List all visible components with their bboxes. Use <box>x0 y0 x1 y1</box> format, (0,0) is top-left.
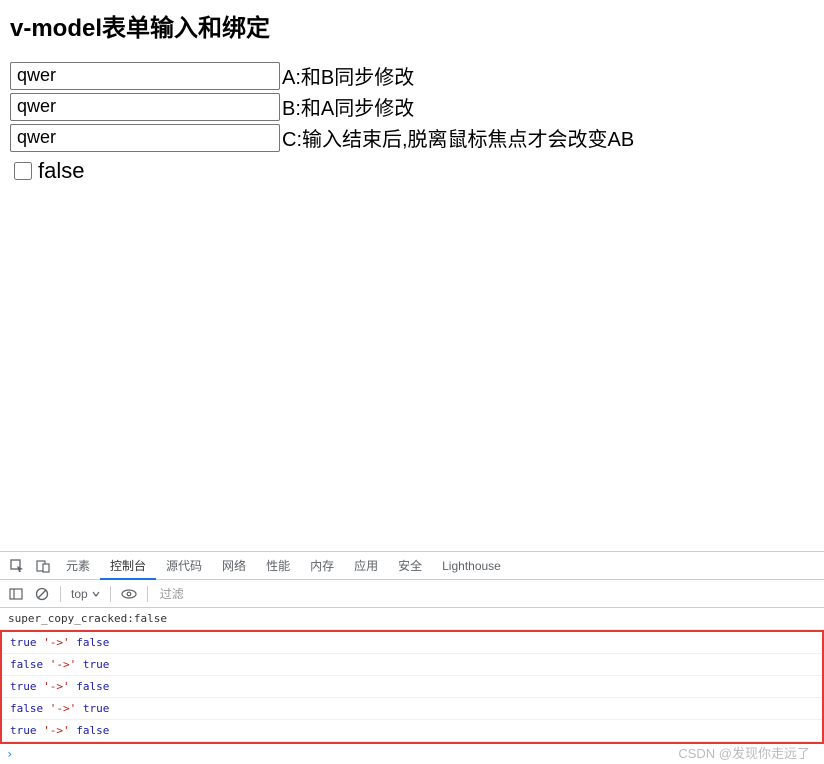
live-expression-icon[interactable] <box>117 582 141 606</box>
toolbar-separator <box>147 586 148 602</box>
watermark: CSDN @发现你走远了 <box>678 743 810 762</box>
context-selector[interactable]: top <box>67 587 104 601</box>
checkbox-label: false <box>38 158 84 184</box>
console-line: true '->' false <box>2 632 822 654</box>
toolbar-separator <box>110 586 111 602</box>
form-row-c: C:输入结束后,脱离鼠标焦点才会改变AB <box>10 123 814 152</box>
page-title: v-model表单输入和绑定 <box>10 8 814 43</box>
tab-elements[interactable]: 元素 <box>56 552 100 580</box>
console-line: false '->' true <box>2 654 822 676</box>
input-b[interactable] <box>10 93 280 121</box>
console-output: super_copy_cracked:false true '->' false… <box>0 608 824 764</box>
tab-memory[interactable]: 内存 <box>300 552 344 580</box>
tab-console[interactable]: 控制台 <box>100 552 156 580</box>
context-label: top <box>71 587 88 601</box>
form-row-a: A:和B同步修改 <box>10 61 814 90</box>
console-line: true '->' false <box>2 676 822 698</box>
label-a: A:和B同步修改 <box>282 61 414 90</box>
inspect-element-icon[interactable] <box>4 552 30 580</box>
highlighted-console-region: true '->' false false '->' true true '->… <box>0 630 824 744</box>
label-b: B:和A同步修改 <box>282 92 414 121</box>
tab-application[interactable]: 应用 <box>344 552 388 580</box>
device-toggle-icon[interactable] <box>30 552 56 580</box>
console-line: false '->' true <box>2 698 822 720</box>
tab-performance[interactable]: 性能 <box>256 552 300 580</box>
tab-lighthouse[interactable]: Lighthouse <box>432 552 511 580</box>
sidebar-toggle-icon[interactable] <box>4 582 28 606</box>
clear-console-icon[interactable] <box>30 582 54 606</box>
checkbox-row: false <box>10 158 814 184</box>
checkbox-toggle[interactable] <box>14 162 32 180</box>
devtools-tabs: 元素 控制台 源代码 网络 性能 内存 应用 安全 Lighthouse <box>0 552 824 580</box>
tab-sources[interactable]: 源代码 <box>156 552 212 580</box>
console-line: super_copy_cracked:false <box>0 608 824 630</box>
console-toolbar: top 过滤 <box>0 580 824 608</box>
toolbar-separator <box>60 586 61 602</box>
tab-security[interactable]: 安全 <box>388 552 432 580</box>
filter-input[interactable]: 过滤 <box>154 585 184 602</box>
input-c[interactable] <box>10 124 280 152</box>
page-content: v-model表单输入和绑定 A:和B同步修改 B:和A同步修改 C:输入结束后… <box>0 0 824 192</box>
tab-network[interactable]: 网络 <box>212 552 256 580</box>
form-row-b: B:和A同步修改 <box>10 92 814 121</box>
input-a[interactable] <box>10 62 280 90</box>
label-c: C:输入结束后,脱离鼠标焦点才会改变AB <box>282 123 634 152</box>
chevron-down-icon <box>92 590 100 598</box>
devtools-panel: 元素 控制台 源代码 网络 性能 内存 应用 安全 Lighthouse top… <box>0 551 824 764</box>
console-line: true '->' false <box>2 720 822 742</box>
